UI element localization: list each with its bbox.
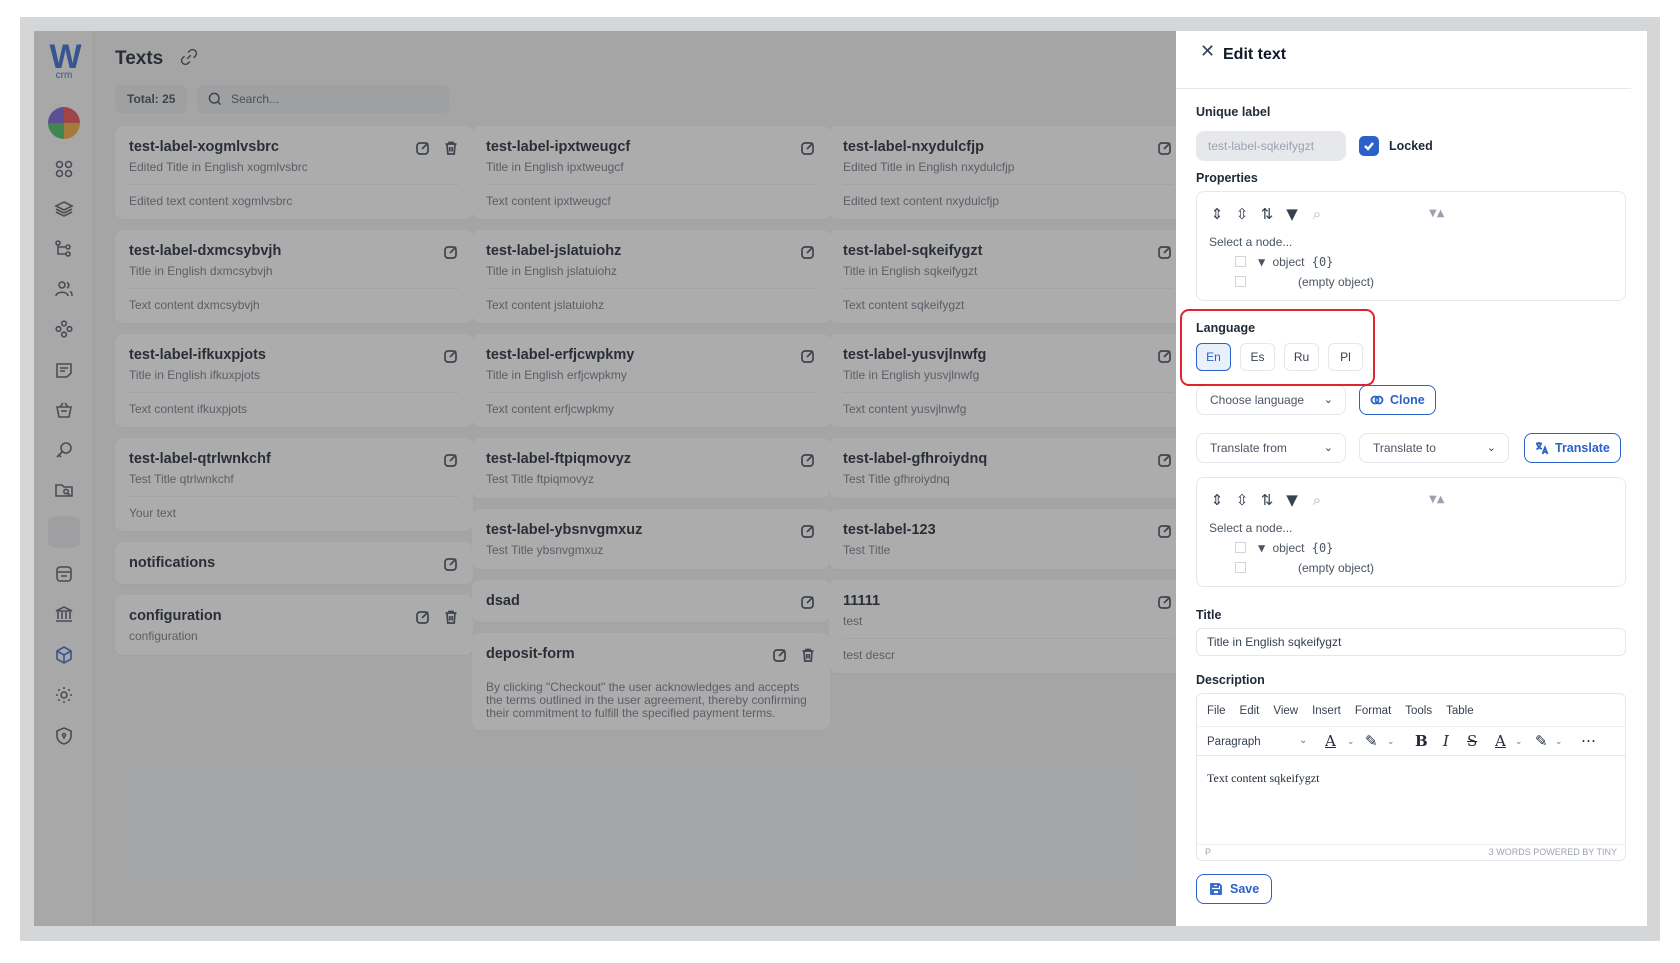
nav-arrows-icon[interactable]: ▼▲ [1429,492,1444,508]
save-icon [1210,883,1222,895]
expand-all-icon[interactable]: ⇕ [1209,206,1225,222]
locked-checkbox[interactable] [1359,136,1379,156]
json-empty-row: (empty object) [1235,274,1374,290]
chevron-down-icon[interactable]: ⌄ [1347,735,1355,749]
locked-label: Locked [1389,139,1433,153]
highlight-icon[interactable]: ✎ [1365,733,1378,750]
background-color-icon[interactable]: ✎ [1535,733,1548,750]
modal-backdrop[interactable] [34,31,1176,926]
menu-table[interactable]: Table [1446,704,1474,718]
chevron-down-icon[interactable]: ⌄ [1555,735,1563,749]
translate-icon [1536,442,1549,455]
json-node-select: Select a node... [1209,521,1293,535]
editor-toolbar: Paragraph ⌄ A ⌄ ✎ ⌄ B I S A ⌄ ✎ ⌄ … [1197,726,1625,756]
choose-language-select[interactable]: Choose language ⌄ [1196,385,1346,415]
menu-file[interactable]: File [1207,704,1226,718]
translation-json-editor[interactable]: ⇕ ⇳ ⇅ ▼ ⌕ ▼▲ Select a node... ▼ object {… [1196,477,1626,587]
json-empty-row: (empty object) [1235,560,1374,576]
title-input[interactable]: Title in English sqkeifygzt [1196,628,1626,656]
word-count: 3 WORDS POWERED BY TINY [1488,847,1617,857]
json-toolbar: ⇕ ⇳ ⇅ ▼ ⌕ [1209,492,1325,508]
editor-menubar: File Edit View Insert Format Tools Table [1207,704,1474,718]
font-color-icon[interactable]: A [1495,733,1506,750]
translate-button[interactable]: Translate [1524,433,1621,463]
strikethrough-icon[interactable]: S [1467,733,1477,750]
panel-header: ✕ Edit text [1176,31,1631,89]
chevron-down-icon: ⌄ [1323,393,1333,406]
collapse-all-icon[interactable]: ⇳ [1234,206,1250,222]
chevron-down-icon[interactable]: ⌄ [1387,735,1395,749]
json-toolbar: ⇕ ⇳ ⇅ ▼ ⌕ [1209,206,1325,222]
chevron-down-icon: ⌄ [1486,441,1496,454]
chevron-down-icon[interactable]: ⌄ [1299,734,1307,748]
menu-format[interactable]: Format [1355,704,1391,718]
expand-all-icon[interactable]: ⇕ [1209,492,1225,508]
unique-label-input: test-label-sqkeifygzt [1196,131,1346,161]
element-path: P [1205,847,1212,857]
language-highlight-box [1180,309,1375,386]
properties-heading: Properties [1196,171,1258,185]
editor-content[interactable]: Text content sqkeifygzt [1207,770,1319,786]
chevron-down-icon[interactable]: ⌄ [1515,735,1523,749]
panel-title: Edit text [1223,46,1287,63]
clone-button[interactable]: Clone [1359,385,1436,415]
sort-icon[interactable]: ⇅ [1259,206,1275,222]
translate-from-select[interactable]: Translate from ⌄ [1196,433,1346,463]
italic-icon[interactable]: I [1443,733,1449,750]
json-search-icon[interactable]: ⌕ [1309,492,1325,508]
close-icon[interactable]: ✕ [1200,43,1218,61]
translate-to-select[interactable]: Translate to ⌄ [1359,433,1509,463]
description-heading: Description [1196,673,1265,687]
menu-tools[interactable]: Tools [1405,704,1432,718]
chevron-down-icon: ⌄ [1323,441,1333,454]
editor-statusbar: P 3 WORDS POWERED BY TINY [1197,844,1625,860]
menu-edit[interactable]: Edit [1240,704,1260,718]
json-object-row[interactable]: ▼ object {0} [1235,540,1333,556]
json-node-select: Select a node... [1209,235,1293,249]
properties-json-editor[interactable]: ⇕ ⇳ ⇅ ▼ ⌕ ▼▲ Select a node... ▼ object {… [1196,191,1626,301]
save-button[interactable]: Save [1196,874,1273,904]
title-heading: Title [1196,608,1222,622]
menu-insert[interactable]: Insert [1312,704,1341,718]
clone-icon [1370,395,1384,405]
locked-toggle[interactable]: Locked [1359,136,1433,156]
filter-icon[interactable]: ▼ [1284,492,1300,508]
filter-icon[interactable]: ▼ [1284,206,1300,222]
bold-icon[interactable]: B [1415,733,1428,750]
collapse-all-icon[interactable]: ⇳ [1234,492,1250,508]
unique-label-heading: Unique label [1196,105,1271,119]
description-editor[interactable]: File Edit View Insert Format Tools Table… [1196,693,1626,861]
json-object-row[interactable]: ▼ object {0} [1235,254,1333,270]
json-search-icon[interactable]: ⌕ [1309,206,1325,222]
menu-view[interactable]: View [1273,704,1298,718]
paragraph-select[interactable]: Paragraph [1207,735,1261,749]
more-icon[interactable]: … [1581,729,1596,746]
sort-icon[interactable]: ⇅ [1259,492,1275,508]
text-color-icon[interactable]: A [1325,733,1336,750]
edit-text-panel: ✕ Edit text Unique label test-label-sqke… [1176,31,1647,926]
nav-arrows-icon[interactable]: ▼▲ [1429,206,1444,222]
